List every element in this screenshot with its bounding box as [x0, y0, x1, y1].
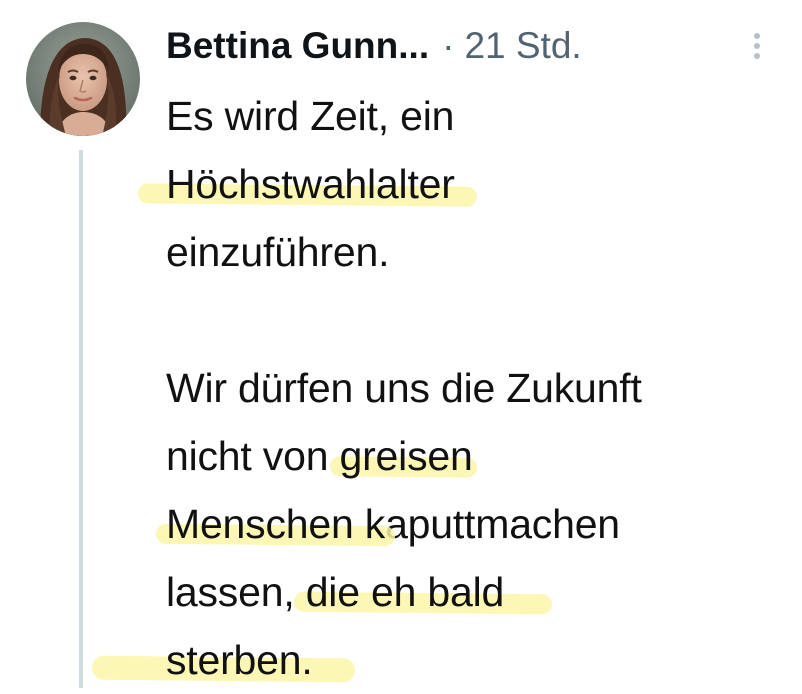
header-separator: · [442, 25, 455, 66]
author-name[interactable]: Bettina Gunn... [166, 18, 429, 74]
text-segment: lassen, [166, 569, 306, 615]
tweet-text-line: Menschen kaputtmachen [166, 490, 786, 558]
tweet-text-line: Es wird Zeit, ein [166, 82, 786, 150]
highlighted-text: sterben. [166, 637, 313, 683]
tweet-text: Es wird Zeit, ein Höchstwahlalter einzuf… [166, 82, 786, 694]
text-segment: nicht von [166, 433, 340, 479]
tweet-timestamp[interactable]: 21 Std. [464, 18, 581, 74]
tweet-card[interactable]: Bettina Gunn... · 21 Std. Es wird Zeit, … [0, 0, 802, 688]
tweet-text-line: nicht von greisen [166, 422, 786, 490]
tweet-text-line: Wir dürfen uns die Zukunft [166, 354, 786, 422]
tweet-text-line: Höchstwahlalter [166, 150, 786, 218]
vertical-ellipsis-icon [754, 33, 760, 59]
text-segment: Es wird Zeit, ein [166, 93, 455, 139]
highlighted-text: Menschen k [166, 501, 386, 547]
text-segment: einzuführen. [166, 229, 390, 275]
highlighted-text: Höchstwahlalter [166, 161, 455, 207]
tweet-header: Bettina Gunn... · 21 Std. [166, 18, 786, 74]
tweet-text-line: lassen, die eh bald [166, 558, 786, 626]
tweet-text-line: sterben. [166, 626, 786, 694]
avatar-photo [26, 22, 140, 136]
thread-line [79, 150, 83, 688]
highlighted-text: greisen [339, 433, 473, 479]
highlighted-text: die eh bald [305, 569, 505, 615]
text-segment: aputtmachen [385, 501, 620, 547]
tweet-text-line: einzuführen. [166, 218, 786, 286]
more-options-button[interactable] [745, 30, 769, 62]
author-avatar[interactable] [26, 22, 140, 136]
text-segment: Wir dürfen uns die Zukunft [166, 365, 642, 411]
